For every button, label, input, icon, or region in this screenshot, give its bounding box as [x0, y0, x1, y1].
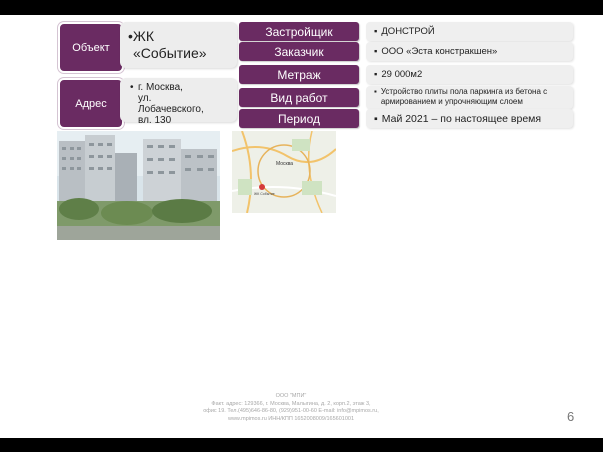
footer-company: ООО "МПИ" — [275, 393, 307, 399]
map-marker-label: ЖК Событие — [254, 192, 275, 196]
worktype-line1: Устройство плиты пола паркинга из бетона… — [380, 87, 548, 96]
address-line: ул. — [138, 93, 152, 104]
top-bar — [0, 0, 603, 15]
bottom-bar — [0, 438, 603, 452]
row-period-label: Период — [239, 109, 359, 128]
row-value-text: Устройство плиты пола паркинга из бетона… — [381, 87, 547, 106]
address-row: • г. Москва, — [130, 82, 237, 93]
map-graphic: Москва ЖК Событие — [232, 131, 336, 213]
object-name-part2: «Событие» — [133, 45, 207, 61]
object-label: Объект — [58, 22, 124, 73]
address-line: Лобачевского, — [138, 104, 204, 115]
row-label-text: Метраж — [277, 67, 321, 82]
row-developer-value: ▪ ДОНСТРОЙ — [366, 22, 573, 41]
row-area-value: ▪ 29 000м2 — [366, 65, 573, 84]
building-illustration — [57, 131, 220, 240]
address-label: Адрес — [58, 78, 124, 129]
row-label-text: Период — [277, 111, 321, 126]
row-value-text: 29 000м2 — [381, 69, 423, 80]
footer-requisites: www.mpimos.ru ИНН/КПП 1652008009/1656010… — [227, 415, 355, 422]
address-line: вл. 130 — [138, 115, 172, 126]
row-label-text: Заказчик — [274, 44, 324, 59]
bullet: • — [130, 82, 134, 93]
map-city-label: Москва — [276, 161, 293, 167]
row-customer-value: ▪ ООО «Эста констракшен» — [366, 42, 573, 61]
object-value: •ЖК «Событие» — [120, 22, 237, 68]
address-line: г. Москва, — [138, 82, 183, 93]
row-value-text: Май 2021 – по настоящее время — [381, 112, 542, 125]
footer-address: Факт. адрес: 129366, г. Москва, Малыгина… — [211, 400, 371, 407]
row-period-value: ▪ Май 2021 – по настоящее время — [366, 109, 573, 128]
object-label-text: Объект — [72, 41, 110, 54]
footer-contacts: офис 19. Тел.(495)646-86-80, (929)951-00… — [203, 408, 379, 414]
row-value-text: ДОНСТРОЙ — [381, 26, 435, 37]
object-value-line1: •ЖК — [128, 28, 154, 44]
address-label-text: Адрес — [75, 97, 107, 110]
row-customer-label: Заказчик — [239, 42, 359, 61]
row-worktype-label: Вид работ — [239, 88, 359, 107]
row-area-label: Метраж — [239, 65, 359, 84]
row-label-text: Вид работ — [270, 90, 328, 105]
worktype-line2: армированием и упрочняющим слоем — [380, 96, 523, 106]
building-photo — [57, 131, 220, 240]
row-value-text: ООО «Эста констракшен» — [381, 46, 498, 57]
page-number: 6 — [567, 409, 575, 424]
row-developer-label: Застройщик — [239, 22, 359, 41]
footer: ООО "МПИ" Факт. адрес: 129366, г. Москва… — [196, 393, 386, 423]
location-map: Москва ЖК Событие — [232, 131, 336, 213]
row-worktype-value: ▪ Устройство плиты пола паркинга из бето… — [366, 86, 573, 109]
address-value: • г. Москва, ул. Лобачевского, вл. 130 — [120, 78, 237, 126]
object-name-part1: ЖК — [132, 28, 154, 44]
row-label-text: Застройщик — [265, 24, 333, 39]
map-pin-icon — [259, 184, 265, 190]
